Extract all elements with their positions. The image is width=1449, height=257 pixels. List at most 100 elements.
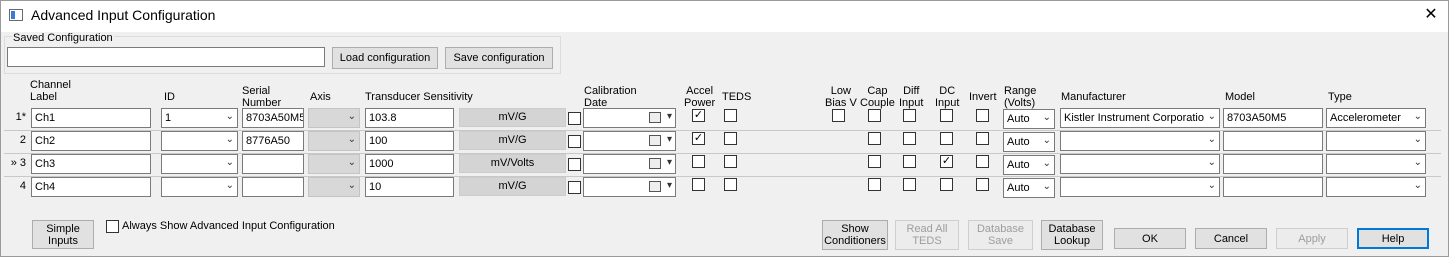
id-select[interactable]: ⌄ (161, 131, 238, 151)
ok-button[interactable]: OK (1114, 228, 1186, 249)
chevron-down-icon: ⌄ (1413, 180, 1422, 191)
manufacturer-select[interactable]: ⌄ (1060, 177, 1220, 197)
header-type: Type (1328, 91, 1352, 103)
teds-checkbox[interactable] (724, 178, 737, 191)
row-marker: 4 (19, 180, 26, 192)
channel-label-input[interactable]: Ch2 (31, 131, 151, 151)
chevron-down-icon: ⌄ (1413, 157, 1422, 168)
chevron-down-icon: ⌄ (347, 134, 356, 145)
header-diff-input: Diff Input (899, 85, 924, 109)
calibration-date-picker[interactable]: ▾ (583, 154, 676, 174)
type-select[interactable]: ⌄ (1326, 154, 1426, 174)
channel-label-input[interactable]: Ch4 (31, 177, 151, 197)
diff-input-checkbox[interactable] (903, 109, 916, 122)
teds-checkbox[interactable] (724, 132, 737, 145)
show-conditioners-button[interactable]: Show Conditioners (822, 220, 888, 250)
serial-number-input[interactable] (242, 154, 304, 174)
chevron-down-icon: ⌄ (225, 157, 234, 168)
model-input[interactable] (1223, 131, 1323, 151)
cap-couple-checkbox[interactable] (868, 132, 881, 145)
chevron-down-icon: ⌄ (1207, 111, 1216, 122)
simple-inputs-button[interactable]: Simple Inputs (32, 220, 94, 249)
cap-couple-checkbox[interactable] (868, 109, 881, 122)
serial-number-input[interactable] (242, 177, 304, 197)
manufacturer-select[interactable]: Kistler Instrument Corporatio ⌄ (1060, 108, 1220, 128)
sensitivity-input[interactable]: 10 (365, 177, 454, 197)
sensitivity-input[interactable]: 103.8 (365, 108, 454, 128)
chevron-down-icon: ⌄ (347, 180, 356, 191)
calibration-enable-checkbox[interactable] (568, 181, 581, 194)
axis-select[interactable]: ⌄ (308, 108, 360, 128)
accel-power-checkbox[interactable]: ✓ (692, 132, 705, 145)
model-input[interactable] (1223, 154, 1323, 174)
serial-number-input[interactable]: 8776A50 (242, 131, 304, 151)
accel-power-checkbox[interactable] (692, 178, 705, 191)
apply-button[interactable]: Apply (1276, 228, 1348, 249)
type-select[interactable]: ⌄ (1326, 177, 1426, 197)
help-button[interactable]: Help (1357, 228, 1429, 249)
close-icon[interactable]: ✕ (1420, 4, 1442, 26)
accel-power-checkbox[interactable] (692, 155, 705, 168)
header-axis: Axis (310, 91, 331, 103)
chevron-down-icon: ⌄ (347, 157, 356, 168)
chevron-down-icon: ⌄ (1042, 135, 1051, 146)
sensitivity-input[interactable]: 1000 (365, 154, 454, 174)
channel-label-input[interactable]: Ch1 (31, 108, 151, 128)
header-dc-input: DC Input (935, 85, 960, 109)
low-bias-v-checkbox[interactable] (832, 109, 845, 122)
range-select[interactable]: Auto ⌄ (1003, 155, 1055, 175)
model-input[interactable]: 8703A50M5 (1223, 108, 1323, 128)
sensitivity-input[interactable]: 100 (365, 131, 454, 151)
header-model: Model (1225, 91, 1255, 103)
type-select[interactable]: ⌄ (1326, 131, 1426, 151)
axis-select[interactable]: ⌄ (308, 154, 360, 174)
save-configuration-button[interactable]: Save configuration (445, 47, 553, 69)
manufacturer-select[interactable]: ⌄ (1060, 154, 1220, 174)
type-select[interactable]: Accelerometer ⌄ (1326, 108, 1426, 128)
chevron-down-icon: ⌄ (1207, 134, 1216, 145)
teds-checkbox[interactable] (724, 109, 737, 122)
accel-power-checkbox[interactable]: ✓ (692, 109, 705, 122)
range-select[interactable]: Auto ⌄ (1003, 178, 1055, 198)
saved-configuration-input[interactable] (7, 47, 325, 67)
channel-label-input[interactable]: Ch3 (31, 154, 151, 174)
dc-input-checkbox[interactable] (940, 132, 953, 145)
diff-input-checkbox[interactable] (903, 132, 916, 145)
dc-input-checkbox[interactable] (940, 109, 953, 122)
axis-select[interactable]: ⌄ (308, 177, 360, 197)
calibration-date-picker[interactable]: ▾ (583, 131, 676, 151)
chevron-down-icon: ⌄ (1042, 181, 1051, 192)
invert-checkbox[interactable] (976, 132, 989, 145)
database-lookup-button[interactable]: Database Lookup (1041, 220, 1103, 250)
dc-input-checkbox[interactable] (940, 178, 953, 191)
range-select[interactable]: Auto ⌄ (1003, 132, 1055, 152)
cancel-button[interactable]: Cancel (1195, 228, 1267, 249)
diff-input-checkbox[interactable] (903, 178, 916, 191)
teds-checkbox[interactable] (724, 155, 737, 168)
manufacturer-select[interactable]: ⌄ (1060, 131, 1220, 151)
id-select[interactable]: ⌄ (161, 177, 238, 197)
invert-checkbox[interactable] (976, 178, 989, 191)
model-input[interactable] (1223, 177, 1323, 197)
id-select[interactable]: ⌄ (161, 154, 238, 174)
calibration-date-picker[interactable]: ▾ (583, 108, 676, 128)
invert-checkbox[interactable] (976, 109, 989, 122)
id-select[interactable]: 1 ⌄ (161, 108, 238, 128)
calibration-enable-checkbox[interactable] (568, 135, 581, 148)
axis-select[interactable]: ⌄ (308, 131, 360, 151)
read-all-teds-button[interactable]: Read All TEDS (895, 220, 959, 250)
database-save-button[interactable]: Database Save (968, 220, 1033, 250)
range-select-value: Auto (1007, 136, 1030, 148)
diff-input-checkbox[interactable] (903, 155, 916, 168)
dc-input-checkbox[interactable]: ✓ (940, 155, 953, 168)
load-configuration-button[interactable]: Load configuration (332, 47, 438, 69)
serial-number-input[interactable]: 8703A50M5 (242, 108, 304, 128)
always-show-checkbox[interactable] (106, 220, 119, 233)
cap-couple-checkbox[interactable] (868, 155, 881, 168)
calibration-enable-checkbox[interactable] (568, 112, 581, 125)
invert-checkbox[interactable] (976, 155, 989, 168)
cap-couple-checkbox[interactable] (868, 178, 881, 191)
calibration-enable-checkbox[interactable] (568, 158, 581, 171)
range-select[interactable]: Auto ⌄ (1003, 109, 1055, 129)
calibration-date-picker[interactable]: ▾ (583, 177, 676, 197)
